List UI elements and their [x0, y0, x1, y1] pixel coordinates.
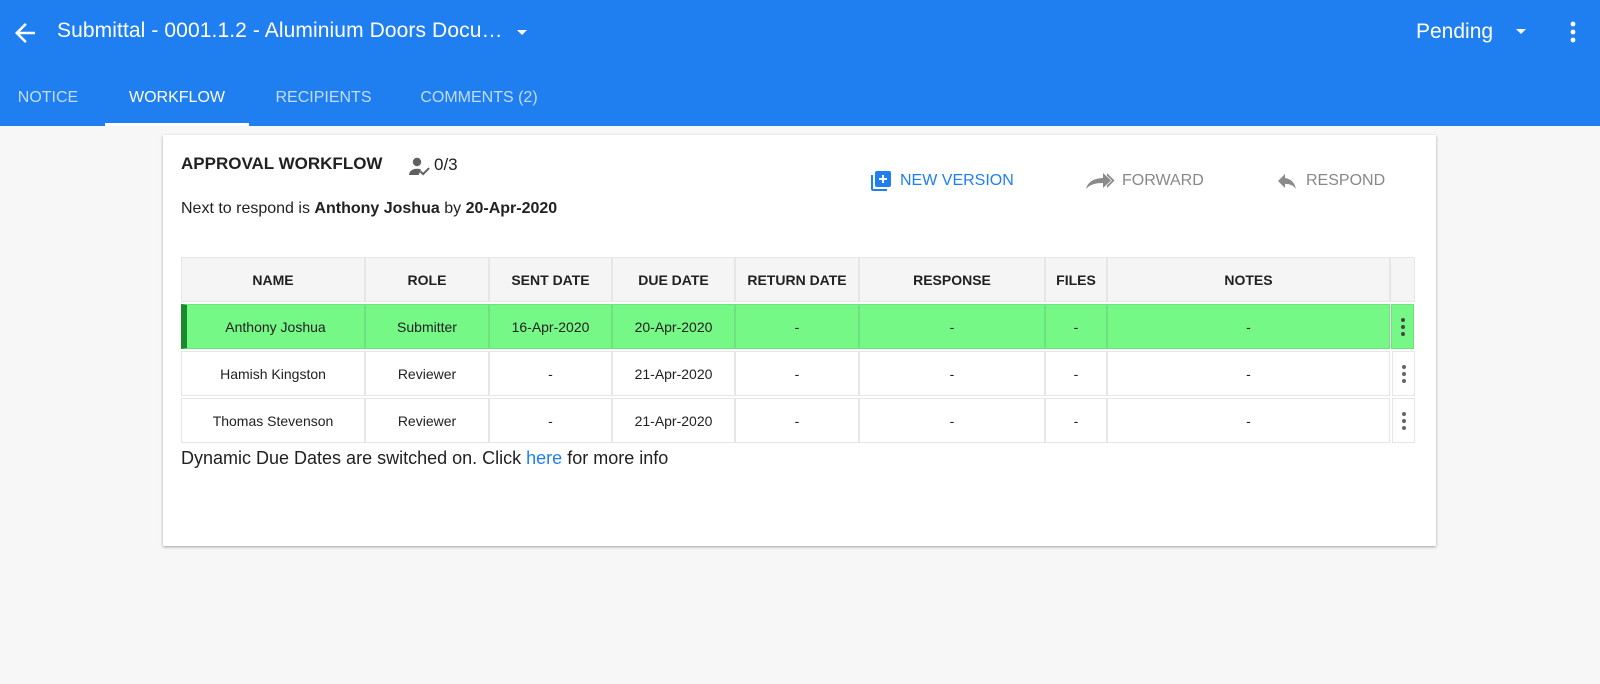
- cell-response: -: [859, 304, 1045, 349]
- row-menu-icon[interactable]: [1392, 398, 1415, 443]
- cell-notes: -: [1107, 304, 1390, 349]
- new-version-label: NEW VERSION: [900, 172, 1014, 189]
- tab-recipients[interactable]: RECIPIENTS: [263, 75, 384, 126]
- column-header-response[interactable]: RESPONSE: [859, 257, 1045, 302]
- forward-icon: [1086, 173, 1115, 189]
- more-options-icon[interactable]: [1561, 19, 1585, 45]
- cell-name: Hamish Kingston: [181, 351, 365, 396]
- cell-due-date: 20-Apr-2020: [612, 304, 735, 349]
- column-header-files[interactable]: FILES: [1045, 257, 1107, 302]
- forward-button[interactable]: FORWARD: [1085, 169, 1204, 193]
- next-by: by: [444, 200, 462, 217]
- table-row[interactable]: Thomas Stevenson Reviewer - 21-Apr-2020 …: [181, 398, 1416, 443]
- cell-files: -: [1045, 304, 1107, 349]
- status-dropdown[interactable]: Pending: [1416, 17, 1531, 47]
- cell-response: -: [859, 351, 1045, 396]
- reply-icon: [1278, 174, 1296, 189]
- tab-notice[interactable]: NOTICE: [0, 75, 96, 126]
- cell-return-date: -: [735, 304, 859, 349]
- column-header-name[interactable]: NAME: [181, 257, 365, 302]
- next-prefix: Next to respond is: [181, 200, 310, 217]
- tab-comments[interactable]: COMMENTS (2): [419, 75, 539, 126]
- tab-workflow[interactable]: WORKFLOW: [105, 75, 249, 126]
- cell-notes: -: [1107, 398, 1390, 443]
- cell-return-date: -: [735, 398, 859, 443]
- tab-bar: NOTICE WORKFLOW RECIPIENTS COMMENTS (2): [0, 75, 539, 126]
- forward-label: FORWARD: [1122, 172, 1204, 189]
- next-due-date: 20-Apr-2020: [465, 200, 558, 217]
- cell-response: -: [859, 398, 1045, 443]
- next-responder-name: Anthony Joshua: [314, 200, 440, 217]
- cell-notes: -: [1107, 351, 1390, 396]
- dynamic-due-dates-note: Dynamic Due Dates are switched on. Click…: [181, 448, 668, 469]
- chevron-down-icon: [1511, 22, 1531, 42]
- column-header-due-date[interactable]: DUE DATE: [612, 257, 735, 302]
- table-row[interactable]: Anthony Joshua Submitter 16-Apr-2020 20-…: [181, 304, 1416, 349]
- cell-sent-date: -: [489, 351, 612, 396]
- footnote-text: Dynamic Due Dates are switched on. Click: [181, 448, 522, 468]
- workflow-table: NAME ROLE SENT DATE DUE DATE RETURN DATE…: [181, 257, 1416, 445]
- footnote-suffix: for more info: [567, 448, 669, 468]
- table-row[interactable]: Hamish Kingston Reviewer - 21-Apr-2020 -…: [181, 351, 1416, 396]
- cell-files: -: [1045, 398, 1107, 443]
- cell-sent-date: 16-Apr-2020: [489, 304, 612, 349]
- page-title: Submittal - 0001.1.2 - Aluminium Doors D…: [57, 19, 503, 42]
- cell-due-date: 21-Apr-2020: [612, 351, 735, 396]
- title-dropdown-icon[interactable]: [512, 22, 532, 42]
- cell-name: Thomas Stevenson: [181, 398, 365, 443]
- respond-label: RESPOND: [1306, 172, 1386, 189]
- cell-name: Anthony Joshua: [181, 304, 365, 349]
- next-responder-text: Next to respond is Anthony Joshua by 20-…: [181, 200, 557, 218]
- add-box-icon: [871, 171, 891, 191]
- column-header-role[interactable]: ROLE: [365, 257, 489, 302]
- column-header-notes[interactable]: NOTES: [1107, 257, 1390, 302]
- cell-role: Reviewer: [365, 398, 489, 443]
- cell-role: Submitter: [365, 304, 489, 349]
- cell-due-date: 21-Apr-2020: [612, 398, 735, 443]
- column-header-sent-date[interactable]: SENT DATE: [489, 257, 612, 302]
- app-bar: Submittal - 0001.1.2 - Aluminium Doors D…: [0, 0, 1600, 126]
- approval-count: 0/3: [434, 155, 458, 174]
- respond-button[interactable]: RESPOND: [1275, 169, 1385, 193]
- column-header-actions: [1390, 257, 1415, 302]
- status-label: Pending: [1416, 20, 1494, 43]
- cell-role: Reviewer: [365, 351, 489, 396]
- more-info-link[interactable]: here: [526, 448, 562, 468]
- new-version-button[interactable]: NEW VERSION: [869, 169, 1014, 193]
- row-menu-icon[interactable]: [1391, 304, 1414, 349]
- back-arrow-icon[interactable]: [10, 18, 40, 48]
- cell-files: -: [1045, 351, 1107, 396]
- workflow-title: APPROVAL WORKFLOW: [181, 154, 383, 173]
- person-check-icon: [408, 156, 432, 178]
- column-header-return-date[interactable]: RETURN DATE: [735, 257, 859, 302]
- cell-return-date: -: [735, 351, 859, 396]
- table-header-row: NAME ROLE SENT DATE DUE DATE RETURN DATE…: [181, 257, 1416, 302]
- cell-sent-date: -: [489, 398, 612, 443]
- row-menu-icon[interactable]: [1392, 351, 1415, 396]
- approval-workflow-card: APPROVAL WORKFLOW 0/3 Next to respond is…: [163, 135, 1436, 546]
